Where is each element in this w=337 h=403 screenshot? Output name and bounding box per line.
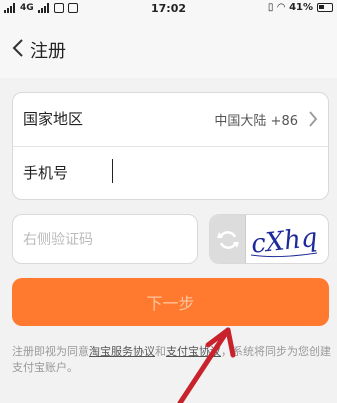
captcha-panel: cXhq [209,214,329,264]
alipay-agreement-link[interactable]: 支付宝协议 [166,345,221,358]
chevron-right-icon [309,111,318,127]
back-arrow-icon[interactable] [10,38,26,58]
status-right: ▯ ◠ 41% [268,2,333,13]
form-card: 国家地区 中国大陆 +86 手机号 [12,92,329,200]
nav-bar: 注册 [0,18,337,78]
region-value: 中国大陆 +86 [214,114,298,129]
agreement-prefix: 注册即视为同意 [12,345,89,358]
battery-icon [317,3,333,12]
refresh-captcha-button[interactable] [210,215,246,263]
code-field [12,214,198,264]
region-selector[interactable]: 国家地区 中国大陆 +86 [13,93,328,147]
status-bar: 4G 17:02 ▯ ◠ 41% [0,0,337,18]
next-button[interactable]: 下一步 [12,278,329,326]
agreement-and: 和 [155,345,166,358]
page-title: 注册 [30,41,66,62]
refresh-icon [217,231,239,249]
battery-percent: 41% [289,2,313,13]
agreement-text: 注册即视为同意淘宝服务协议和支付宝协议，系统将同步为您创建支付宝账户。 [12,344,332,376]
region-label: 国家地区 [23,110,84,128]
phone-input[interactable] [107,157,317,191]
phone-label: 手机号 [23,164,69,182]
taobao-service-agreement-link[interactable]: 淘宝服务协议 [89,345,155,358]
captcha-input[interactable] [23,223,183,257]
phone-row: 手机号 [13,147,328,201]
vibrate-icon: ▯ [267,2,274,13]
captcha-image[interactable]: cXhq [247,215,329,264]
wifi-icon: ◠ [277,2,286,13]
